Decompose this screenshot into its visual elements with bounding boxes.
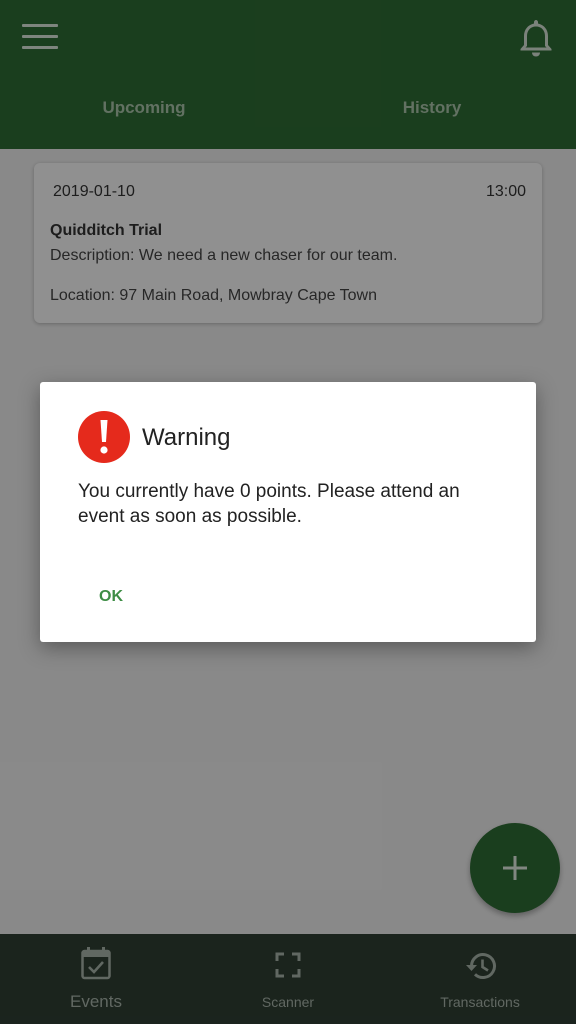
warning-exclamation-icon (78, 411, 130, 463)
ok-button[interactable]: OK (84, 580, 138, 614)
warning-dialog: Warning You currently have 0 points. Ple… (40, 382, 536, 642)
dialog-message: You currently have 0 points. Please atte… (78, 481, 460, 527)
dialog-title: Warning (142, 424, 231, 451)
app-screen: Upcoming History 2019-01-10 13:00 Quiddi… (0, 0, 576, 1024)
